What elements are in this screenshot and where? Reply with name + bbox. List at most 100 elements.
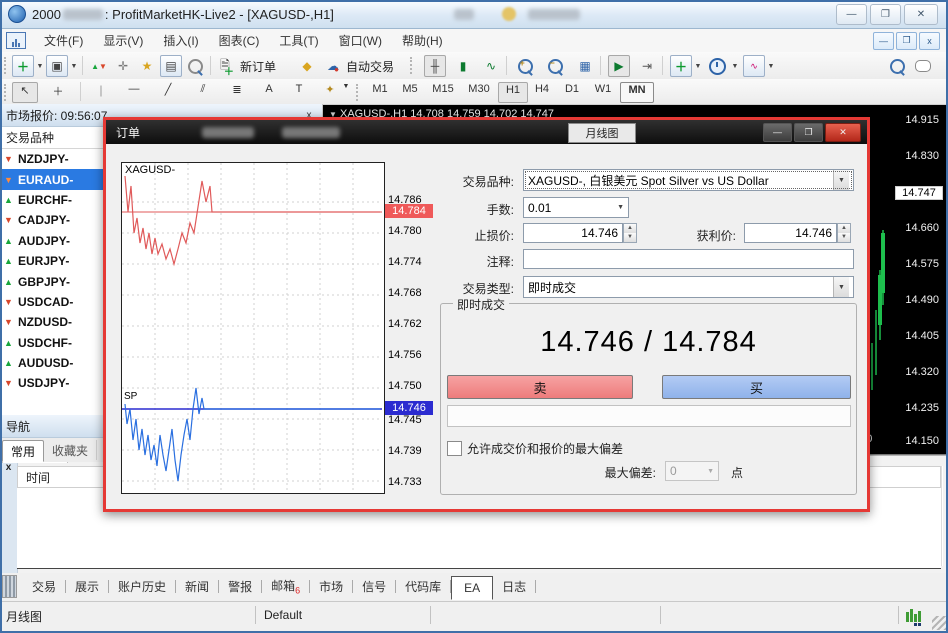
- indicators-icon[interactable]: ＋: [670, 55, 692, 77]
- menu-charts[interactable]: 图表(C): [209, 29, 270, 52]
- timeframe-mn[interactable]: MN: [620, 82, 654, 103]
- indicators-dropdown-icon[interactable]: ▼: [691, 55, 705, 77]
- new-order-button[interactable]: 新订单: [240, 58, 276, 75]
- data-window-icon[interactable]: ✛: [112, 55, 134, 77]
- candlestick-chart-icon[interactable]: ▮: [452, 55, 474, 77]
- autotrading-button[interactable]: 自动交易: [346, 58, 394, 75]
- arrows-dropdown-icon[interactable]: ▼: [338, 82, 354, 101]
- chevron-down-icon[interactable]: ▼: [833, 170, 849, 190]
- sell-button[interactable]: 卖: [447, 375, 633, 399]
- spin-up-icon[interactable]: ▲: [624, 224, 636, 233]
- timeframe-d1[interactable]: D1: [558, 82, 586, 101]
- dialog-close-button[interactable]: ✕: [825, 123, 861, 142]
- tab-news[interactable]: 新闻: [176, 574, 218, 599]
- stoploss-input[interactable]: 14.746: [523, 223, 623, 243]
- templates-icon[interactable]: ∿: [743, 55, 765, 77]
- toolbar-grip[interactable]: [4, 84, 10, 101]
- comment-input[interactable]: [523, 249, 854, 269]
- stoploss-spinner[interactable]: ▲ ▼: [623, 223, 637, 243]
- zoom-out-icon[interactable]: −: [544, 55, 566, 77]
- text-tool-icon[interactable]: A: [258, 82, 280, 101]
- lots-combobox[interactable]: 0.01 ▼: [523, 197, 629, 218]
- tab-favorites[interactable]: 收藏夹: [44, 440, 97, 460]
- terminal-icon[interactable]: ▤: [160, 55, 182, 77]
- tab-code-base[interactable]: 代码库: [396, 574, 450, 599]
- fibonacci-tool-icon[interactable]: ≣: [224, 82, 250, 101]
- spin-up-icon[interactable]: ▲: [838, 224, 850, 233]
- timeframe-m5[interactable]: M5: [396, 82, 424, 101]
- crosshair-tool-icon[interactable]: ＋: [46, 82, 70, 101]
- takeprofit-spinner[interactable]: ▲ ▼: [837, 223, 851, 243]
- tab-alerts[interactable]: 警报: [219, 574, 261, 599]
- dialog-restore-button[interactable]: ❐: [794, 123, 823, 142]
- order-type-combobox[interactable]: 即时成交 ▼: [523, 276, 854, 298]
- dialog-minimize-button[interactable]: —: [763, 123, 792, 142]
- bar-chart-icon[interactable]: ╫: [424, 55, 446, 77]
- tab-journal[interactable]: 日志: [493, 574, 535, 599]
- tab-account-history[interactable]: 账户历史: [109, 574, 175, 599]
- menu-file[interactable]: 文件(F): [34, 29, 93, 52]
- new-chart-dropdown-icon[interactable]: ▼: [33, 55, 47, 77]
- spin-down-icon[interactable]: ▼: [838, 233, 850, 242]
- timeframe-m15[interactable]: M15: [426, 82, 460, 101]
- tab-market[interactable]: 市场: [310, 574, 352, 599]
- tab-exposure[interactable]: 展示: [66, 574, 108, 599]
- templates-dropdown-icon[interactable]: ▼: [764, 55, 778, 77]
- timeframe-m30[interactable]: M30: [462, 82, 496, 101]
- chat-icon[interactable]: [912, 55, 934, 77]
- text-label-tool-icon[interactable]: T: [288, 82, 310, 101]
- toolbar-grip[interactable]: [356, 84, 362, 101]
- line-chart-icon[interactable]: ∿: [480, 55, 502, 77]
- menu-insert[interactable]: 插入(I): [153, 29, 208, 52]
- tab-experts[interactable]: EA: [451, 576, 493, 600]
- market-watch-icon[interactable]: ▲▼: [88, 55, 110, 77]
- status-profile[interactable]: Default: [264, 608, 302, 622]
- trendline-tool-icon[interactable]: ╱: [156, 82, 180, 101]
- profiles-icon[interactable]: ▣: [46, 55, 68, 77]
- profiles-dropdown-icon[interactable]: ▼: [67, 55, 81, 77]
- max-deviation-combobox[interactable]: 0 ▼: [665, 461, 719, 481]
- tab-mailbox[interactable]: 邮箱6: [262, 573, 309, 599]
- menu-help[interactable]: 帮助(H): [392, 29, 453, 52]
- autotrading-icon[interactable]: ☁●: [322, 55, 344, 77]
- tile-windows-icon[interactable]: ▦: [574, 55, 596, 77]
- auto-scroll-icon[interactable]: ▶: [608, 55, 630, 77]
- timeframe-m1[interactable]: M1: [366, 82, 394, 101]
- search-icon[interactable]: [886, 55, 908, 77]
- chevron-down-icon[interactable]: ▼: [617, 204, 624, 211]
- resize-grip[interactable]: [932, 616, 946, 630]
- toolbar-grip[interactable]: [410, 57, 416, 74]
- tab-signals[interactable]: 信号: [353, 574, 395, 599]
- expert-book-icon[interactable]: ◆: [296, 55, 318, 77]
- chart-shift-icon[interactable]: ⇥: [636, 55, 658, 77]
- new-chart-icon[interactable]: ＋: [12, 55, 34, 77]
- symbol-combobox[interactable]: XAGUSD-, 白银美元 Spot Silver vs US Dollar ▼: [523, 169, 854, 191]
- tab-trade[interactable]: 交易: [23, 574, 65, 599]
- dialog-title-bar[interactable]: 订单 — ❐ ✕: [106, 120, 867, 144]
- menu-tools[interactable]: 工具(T): [269, 29, 328, 52]
- tab-common[interactable]: 常用: [2, 440, 44, 462]
- terminal-close-icon[interactable]: x: [0, 462, 17, 473]
- child-minimize-button[interactable]: —: [873, 32, 894, 50]
- zoom-in-icon[interactable]: +: [514, 55, 536, 77]
- menu-window[interactable]: 窗口(W): [329, 29, 392, 52]
- periods-icon[interactable]: [706, 55, 728, 77]
- takeprofit-input[interactable]: 14.746: [744, 223, 837, 243]
- toolbar-grip[interactable]: [4, 57, 10, 74]
- menu-view[interactable]: 显示(V): [93, 29, 153, 52]
- channel-tool-icon[interactable]: ⫽: [190, 82, 216, 101]
- periods-dropdown-icon[interactable]: ▼: [728, 55, 742, 77]
- timeframe-h4[interactable]: H4: [528, 82, 556, 101]
- timeframe-w1[interactable]: W1: [588, 82, 618, 101]
- cursor-tool-icon[interactable]: ↖: [12, 82, 38, 103]
- window-minimize-button[interactable]: —: [836, 4, 867, 25]
- horizontal-line-tool-icon[interactable]: —: [122, 82, 146, 101]
- terminal-grip[interactable]: [2, 575, 17, 598]
- timeframe-h1[interactable]: H1: [498, 82, 528, 103]
- strategy-tester-icon[interactable]: [184, 55, 206, 77]
- child-close-button[interactable]: x: [919, 32, 940, 50]
- buy-button[interactable]: 买: [662, 375, 851, 399]
- vertical-line-tool-icon[interactable]: ｜: [90, 82, 112, 101]
- new-order-icon[interactable]: 🗎＋: [216, 55, 238, 77]
- chevron-down-icon[interactable]: ▼: [833, 277, 849, 297]
